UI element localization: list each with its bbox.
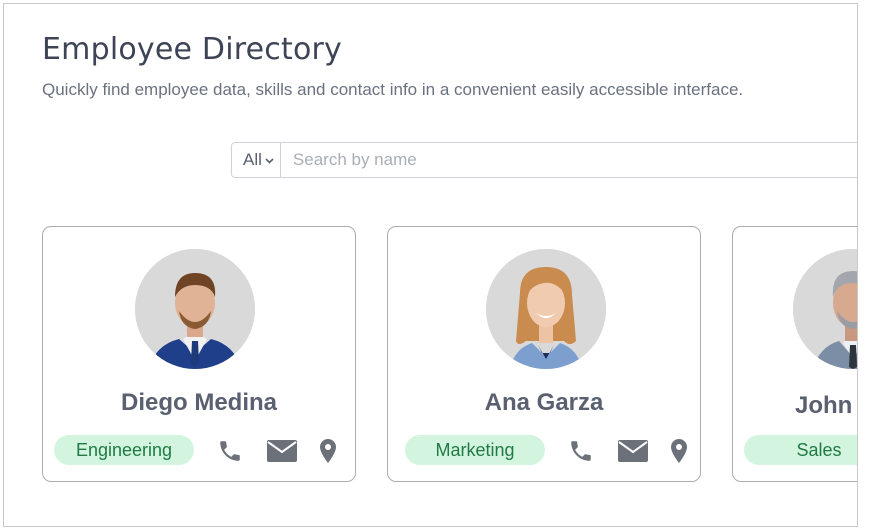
chevron-down-icon	[265, 153, 274, 167]
location-icon[interactable]	[668, 437, 690, 465]
search-bar: All	[231, 142, 857, 178]
employee-card[interactable]: John Sales	[732, 226, 857, 482]
filter-select[interactable]: All	[232, 143, 281, 177]
department-badge: Sales	[744, 435, 857, 465]
employee-card[interactable]: Diego Medina Engineering	[42, 226, 356, 482]
phone-icon[interactable]	[215, 437, 245, 465]
department-badge: Engineering	[54, 435, 194, 465]
page-subtitle: Quickly find employee data, skills and c…	[42, 80, 744, 99]
phone-icon[interactable]	[566, 437, 596, 465]
avatar	[135, 249, 255, 369]
employee-card[interactable]: Ana Garza Marketing	[387, 226, 701, 482]
employee-name: Ana Garza	[484, 389, 604, 416]
app-frame: Employee Directory Quickly find employee…	[3, 3, 858, 527]
mail-icon[interactable]	[616, 437, 650, 465]
filter-select-value: All	[243, 150, 262, 169]
employee-name: John	[795, 392, 853, 419]
page-title: Employee Directory	[42, 32, 342, 67]
search-input[interactable]	[280, 143, 857, 177]
employee-name: Diego Medina	[120, 389, 277, 416]
department-badge: Marketing	[405, 435, 545, 465]
mail-icon[interactable]	[265, 437, 299, 465]
avatar	[486, 249, 606, 369]
location-icon[interactable]	[317, 437, 339, 465]
avatar	[793, 249, 857, 369]
